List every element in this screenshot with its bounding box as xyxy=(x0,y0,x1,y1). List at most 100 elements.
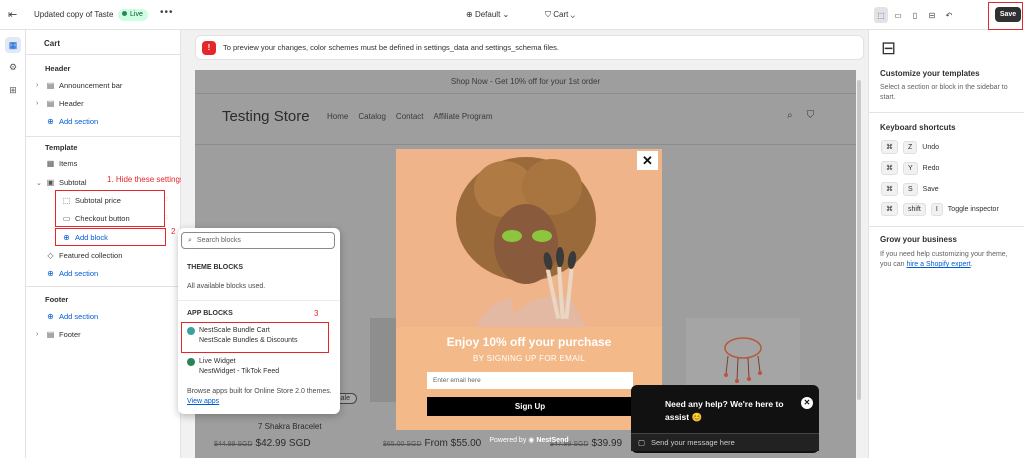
live-dot-icon xyxy=(122,11,127,16)
shortcut-save: ⌘ S Save xyxy=(881,182,939,196)
chevron-down-icon: ⌄ xyxy=(36,179,42,187)
page-selector[interactable]: ⛉ Cart ⌄ xyxy=(545,10,575,20)
featured-collection-label: Featured collection xyxy=(59,251,123,260)
search-blocks-input[interactable]: ⌕ Search blocks xyxy=(181,232,335,249)
exit-icon[interactable]: ⇤ xyxy=(8,8,17,21)
app-sub: NestWidget - TikTok Feed xyxy=(199,368,280,375)
add-block-dropdown: ⌕ Search blocks THEME BLOCKS All availabl… xyxy=(178,228,340,414)
plus-circle-icon: ⊕ xyxy=(47,312,54,321)
layout-icon: ▣ xyxy=(46,178,55,187)
add-section-footer-button[interactable]: ⊕ Add section xyxy=(46,312,98,321)
theme-selector[interactable]: ⊕ Default ⌄ xyxy=(466,10,509,19)
chat-input[interactable]: ▢ Send your message here xyxy=(631,433,819,451)
section-items[interactable]: ▦ Items xyxy=(46,159,78,168)
more-actions-icon[interactable]: ••• xyxy=(160,7,174,18)
chat-placeholder: Send your message here xyxy=(651,438,735,447)
woman-portrait-image xyxy=(396,149,662,327)
fullscreen-icon[interactable]: ⊟ xyxy=(925,7,939,23)
key: S xyxy=(903,182,918,196)
section-announcement-bar[interactable]: › ▤ Announcement bar xyxy=(36,81,122,90)
powered-label: Powered by xyxy=(489,437,527,444)
inspector-icon[interactable]: ⬚ xyxy=(874,7,888,23)
search-placeholder: Search blocks xyxy=(196,237,241,244)
chevron-down-icon: ⌄ xyxy=(570,10,575,19)
cmd-key-icon: ⌘ xyxy=(881,161,898,175)
mobile-view-icon[interactable]: ▯ xyxy=(908,7,922,23)
popup-email-input[interactable]: Enter email here xyxy=(427,372,633,389)
popup-close-button[interactable]: ✕ xyxy=(637,151,658,170)
add-section-label: Add section xyxy=(59,312,99,321)
section-footer[interactable]: › ▤ Footer xyxy=(36,330,81,339)
store-header-icons: ⌕ ⛉ xyxy=(787,110,814,121)
divider xyxy=(869,226,1024,227)
key: Z xyxy=(903,140,918,154)
add-section-header-button[interactable]: ⊕ Add section xyxy=(46,117,98,126)
section-heading-header: Header xyxy=(45,64,71,73)
app-icon xyxy=(187,358,195,366)
left-rail: ▦ ⚙ ⊞ xyxy=(0,30,26,458)
divider xyxy=(26,286,181,287)
popup-headline: Enjoy 10% off your purchase xyxy=(446,335,612,349)
cmd-key-icon: ⌘ xyxy=(881,140,898,154)
annotation-box-hide-settings xyxy=(55,190,165,227)
chevron-right-icon: › xyxy=(36,100,39,107)
settings-gear-icon[interactable]: ⚙ xyxy=(5,59,21,75)
header-item-label: Header xyxy=(59,99,84,108)
popup-subheadline: BY SIGNING UP FOR EMAIL xyxy=(473,354,585,363)
undo-icon[interactable]: ↶ xyxy=(942,7,956,23)
theme-blocks-text: All available blocks used. xyxy=(187,283,266,290)
sections-icon[interactable]: ▦ xyxy=(5,37,21,53)
chevron-right-icon: › xyxy=(36,82,39,89)
footer-item-label: Footer xyxy=(59,330,81,339)
divider xyxy=(26,54,181,55)
preview-scrollbar[interactable] xyxy=(856,70,862,458)
shortcut-inspector: ⌘ shift I Toggle inspector xyxy=(881,202,999,216)
app-blocks-heading: APP BLOCKS xyxy=(187,310,233,317)
signup-button[interactable]: Sign Up xyxy=(427,397,633,416)
inspector-panel: ⊟ Customize your templates Select a sect… xyxy=(868,30,1024,458)
app-name: Live Widget xyxy=(199,358,236,365)
search-icon[interactable]: ⌕ xyxy=(787,110,793,121)
desktop-view-icon[interactable]: ▭ xyxy=(891,7,905,23)
announcement-bar-label: Announcement bar xyxy=(59,81,123,90)
nav-link[interactable]: Catalog xyxy=(358,112,386,121)
live-badge: Live xyxy=(118,9,148,21)
shortcut-label: Save xyxy=(922,185,939,193)
tag-icon: ◇ xyxy=(47,251,54,260)
color-scheme-notice: ! To preview your changes, color schemes… xyxy=(195,35,864,60)
chat-close-button[interactable]: ✕ xyxy=(801,397,813,409)
shortcut-label: Undo xyxy=(922,143,940,151)
shortcut-label: Toggle inspector xyxy=(947,205,999,213)
globe-icon: ⊕ xyxy=(466,10,473,19)
shortcut-label: Redo xyxy=(922,164,940,172)
bag-icon[interactable]: ⛉ xyxy=(807,110,815,121)
hire-expert-link[interactable]: hire a Shopify expert xyxy=(906,261,970,268)
grow-text: If you need help customizing your theme,… xyxy=(880,250,1018,270)
annotation-2: 2 xyxy=(171,227,176,236)
add-section-template-button[interactable]: ⊕ Add section xyxy=(46,269,98,278)
apps-icon[interactable]: ⊞ xyxy=(5,82,21,98)
cart-icon: ⛉ xyxy=(545,10,551,19)
section-heading-footer: Footer xyxy=(45,295,69,304)
section-header[interactable]: › ▤ Header xyxy=(36,99,84,108)
store-nav: Home Catalog Contact Affiliate Program xyxy=(327,112,493,121)
view-apps-link[interactable]: View apps xyxy=(187,398,219,405)
section-subtotal[interactable]: ⌄ ▣ Subtotal xyxy=(36,178,87,187)
items-label: Items xyxy=(59,159,78,168)
layout-icon: ▤ xyxy=(46,81,55,90)
annotation-3: 3 xyxy=(314,309,319,318)
section-featured-collection[interactable]: ◇ Featured collection xyxy=(46,251,122,260)
layout-icon: ▤ xyxy=(46,99,55,108)
key: I xyxy=(930,202,943,216)
nav-link[interactable]: Affiliate Program xyxy=(434,112,493,121)
subtotal-label: Subtotal xyxy=(59,178,87,187)
product-title[interactable]: 7 Shakra Bracelet xyxy=(258,422,322,431)
scrollbar-thumb[interactable] xyxy=(857,80,861,400)
browse-apps-text: Browse apps built for Online Store 2.0 t… xyxy=(187,387,332,407)
cmd-key-icon: ⌘ xyxy=(881,182,898,196)
nav-link[interactable]: Contact xyxy=(396,112,424,121)
nav-link[interactable]: Home xyxy=(327,112,348,121)
app-block-live-widget[interactable]: Live Widget NestWidget - TikTok Feed xyxy=(187,357,279,377)
store-name[interactable]: Testing Store xyxy=(222,108,310,125)
divider xyxy=(178,300,340,301)
